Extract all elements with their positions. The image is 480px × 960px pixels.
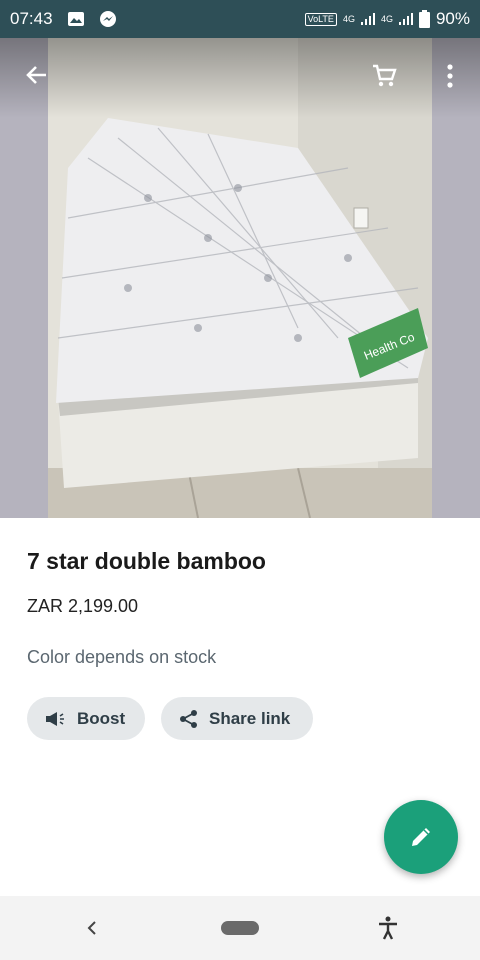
home-pill-icon bbox=[221, 921, 259, 935]
cart-icon bbox=[373, 64, 397, 87]
product-description: Color depends on stock bbox=[27, 647, 217, 667]
share-link-button[interactable]: Share link bbox=[161, 697, 313, 740]
boost-button[interactable]: Boost bbox=[27, 697, 145, 740]
network-type-1: 4G bbox=[342, 14, 355, 24]
status-time: 07:43 bbox=[10, 9, 53, 28]
product-image[interactable]: Health Co bbox=[0, 38, 480, 518]
accessibility-button[interactable] bbox=[366, 896, 410, 960]
battery-icon bbox=[418, 10, 430, 28]
network-type-2: 4G bbox=[380, 14, 393, 24]
pencil-icon bbox=[412, 828, 430, 846]
more-options-button[interactable] bbox=[434, 60, 466, 92]
product-price: ZAR 2,199.00 bbox=[27, 596, 139, 616]
app-bar-overlay bbox=[0, 38, 480, 118]
accessibility-icon bbox=[379, 916, 397, 940]
volte-badge: VoLTE bbox=[304, 12, 337, 26]
product-title: 7 star double bamboo bbox=[27, 548, 266, 574]
chevron-left-icon bbox=[87, 921, 96, 935]
signal-icon bbox=[360, 13, 375, 25]
back-button[interactable] bbox=[20, 60, 52, 92]
share-link-label: Share link bbox=[209, 708, 291, 728]
megaphone-icon bbox=[45, 711, 67, 727]
nav-home-button[interactable] bbox=[216, 896, 264, 960]
nav-back-button[interactable] bbox=[70, 896, 114, 960]
system-nav-bar bbox=[0, 896, 480, 960]
boost-label: Boost bbox=[77, 708, 126, 728]
gallery-icon bbox=[67, 11, 85, 27]
arrow-left-icon bbox=[26, 66, 46, 84]
more-vert-icon bbox=[447, 64, 453, 88]
edit-button[interactable] bbox=[384, 800, 458, 874]
status-bar: 07:43 VoLTE 4G 4G 90% bbox=[0, 0, 480, 38]
battery-level: 90% bbox=[435, 9, 470, 28]
signal-icon-2 bbox=[398, 13, 413, 25]
cart-button[interactable] bbox=[368, 60, 400, 92]
share-icon bbox=[179, 709, 199, 729]
messenger-icon bbox=[99, 10, 117, 28]
